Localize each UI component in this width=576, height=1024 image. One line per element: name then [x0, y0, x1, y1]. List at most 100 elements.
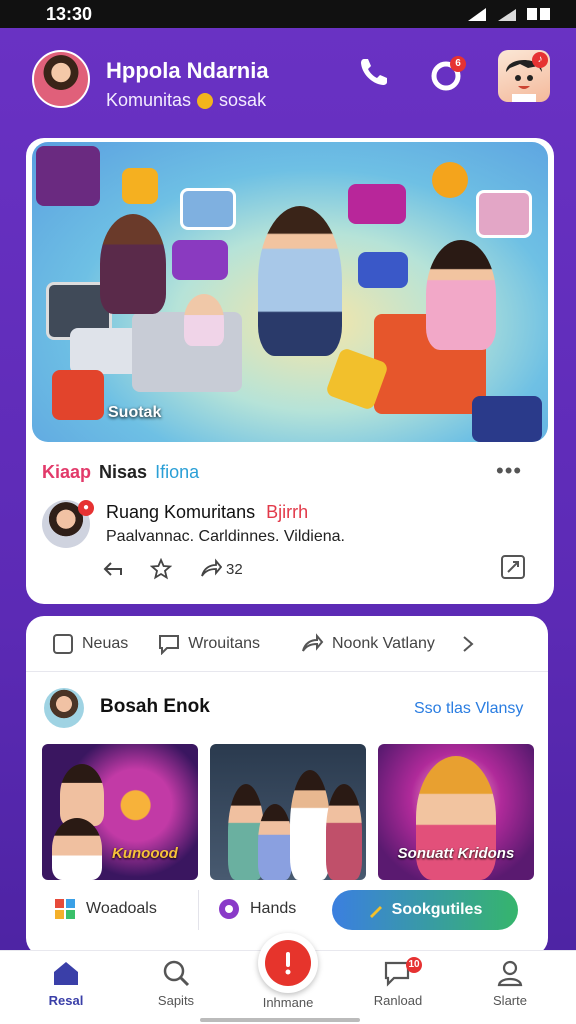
notification-button[interactable]: 6 [428, 54, 468, 94]
share-count: 32 [226, 560, 243, 578]
cta-label: Sookgutiles [391, 901, 483, 918]
app-screen: 13:30 Hppola Ndarnia Komunitas sosak 6 ♪… [0, 0, 576, 1024]
thumbnail-1[interactable]: Kunoood [42, 744, 198, 880]
apps-icon [55, 899, 75, 919]
thumb-person [258, 804, 292, 880]
nav-label: Resal [48, 993, 84, 1008]
photo-tile-right [476, 190, 532, 238]
thumb-person [326, 784, 362, 880]
share-icon [201, 558, 222, 577]
thumbnail-3[interactable]: Sonuatt Kridons [378, 744, 534, 880]
dark-box [472, 396, 542, 442]
page-subtitle: Komunitas sosak [106, 90, 266, 111]
subtitle-suffix: sosak [219, 90, 267, 110]
thumb-person [60, 764, 104, 826]
tab-label: Neuas [82, 634, 129, 652]
nav-label: Sapits [157, 993, 195, 1008]
hero-caption: Suotak [108, 404, 162, 421]
divider [198, 890, 199, 930]
nav-search[interactable]: Sapits [134, 959, 218, 1008]
nav-home[interactable]: Resal [24, 959, 108, 1008]
tab-neuas[interactable]: Neuas [52, 633, 128, 655]
thumbnail-row: Kunoood Sonuatt Kridons [42, 744, 534, 882]
tab-label: Noonk Vatlany [331, 634, 435, 652]
chip-woadoals[interactable]: Woadoals [54, 898, 157, 920]
post-description: Paalvannac. Carldinnes. Vildiena. [106, 528, 345, 545]
tag-1[interactable]: Kiaap [42, 462, 91, 483]
home-icon [54, 962, 78, 985]
red-tile [52, 370, 104, 420]
user-icon [497, 960, 523, 987]
post-actions: 32 [102, 558, 243, 580]
alert-icon [285, 952, 291, 975]
post-tags: Kiaap Nisas Ifiona [42, 462, 199, 483]
tab-label: Wrouitans [188, 634, 260, 652]
hero-image[interactable]: Suotak [32, 142, 548, 442]
author-line: Ruang Komuritans Bjirrh [106, 502, 308, 523]
thumb-person [290, 770, 330, 880]
bottom-nav: Resal Sapits Inhmane 10 Ranload Slarte [0, 933, 576, 1024]
reply-icon[interactable] [102, 558, 124, 580]
baby [184, 294, 224, 346]
photo-tile [180, 188, 236, 230]
notification-badge: 6 [450, 56, 466, 72]
phone-icon[interactable] [356, 54, 392, 90]
nav-label: Inhmane [262, 995, 314, 1010]
chip-label: Hands [250, 900, 297, 917]
video-tile [172, 240, 228, 280]
status-bar: 13:30 [0, 0, 576, 28]
primary-cta-button[interactable]: Sookgutiles [332, 890, 518, 930]
chevron-right-icon[interactable] [461, 633, 475, 655]
chat-icon [159, 634, 180, 655]
chip-hands[interactable]: Hands [218, 898, 296, 920]
thumbnail-caption-3: Sonuatt Kridons [397, 845, 515, 862]
search-icon [163, 960, 190, 987]
section-avatar[interactable] [44, 688, 84, 728]
sparkle-icon [369, 906, 382, 918]
header: Hppola Ndarnia Komunitas sosak 6 ♪ [0, 28, 576, 138]
share-icon [302, 632, 324, 652]
dot-icon [197, 92, 214, 109]
star-icon[interactable] [150, 558, 172, 580]
page-title: Hppola Ndarnia [106, 58, 269, 83]
thumb-person [52, 818, 102, 880]
square-icon [53, 633, 73, 654]
nav-messages[interactable]: 10 Ranload [356, 957, 440, 1008]
tab-wrouitans[interactable]: Wrouitans [158, 633, 260, 655]
thumbnail-caption-1: Kunoood [112, 845, 178, 862]
person-center [258, 206, 342, 356]
tag-3[interactable]: Ifiona [155, 462, 199, 483]
feed-tabs: Neuas Wrouitans Noonk Vatlany [26, 616, 548, 672]
section-title: Bosah Enok [100, 696, 210, 717]
nav-badge: 10 [406, 957, 422, 973]
card-tile-blue [358, 252, 408, 288]
see-all-link[interactable]: Sso tlas Vlansy [414, 700, 523, 718]
create-button[interactable] [258, 933, 318, 993]
record-icon [219, 899, 239, 919]
nav-inhmane[interactable]: Inhmane [246, 995, 330, 1010]
expand-icon[interactable] [500, 554, 526, 580]
thumbnail-2[interactable] [210, 744, 366, 880]
feed-footer: Woadoals Hands Sookgutiles [26, 890, 548, 934]
status-time: 13:30 [46, 3, 93, 24]
nav-label: Ranload [373, 993, 423, 1008]
tag-2[interactable]: Nisas [99, 462, 147, 483]
wifi-icon [498, 9, 516, 21]
author-badge: ● [78, 500, 94, 516]
person-right [426, 240, 496, 350]
person-hijab [100, 214, 166, 314]
profile-avatar[interactable]: ♪ [498, 50, 550, 102]
nav-profile[interactable]: Slarte [468, 959, 552, 1008]
profile-badge: ♪ [532, 52, 548, 68]
author-tag: Bjirrh [266, 502, 309, 522]
music-tile-icon [36, 146, 100, 206]
feed-card: Neuas Wrouitans Noonk Vatlany Bosah Enok… [26, 616, 548, 956]
user-avatar[interactable] [32, 50, 90, 108]
share-action[interactable]: 32 [198, 558, 243, 580]
battery-icon [527, 8, 550, 20]
author-name[interactable]: Ruang Komuritans [106, 502, 255, 522]
chip-label: Woadoals [86, 900, 157, 917]
more-options-button[interactable]: ••• [496, 458, 522, 484]
note-tile-icon [122, 168, 158, 204]
tab-noonk-vatlany[interactable]: Noonk Vatlany [300, 632, 435, 655]
